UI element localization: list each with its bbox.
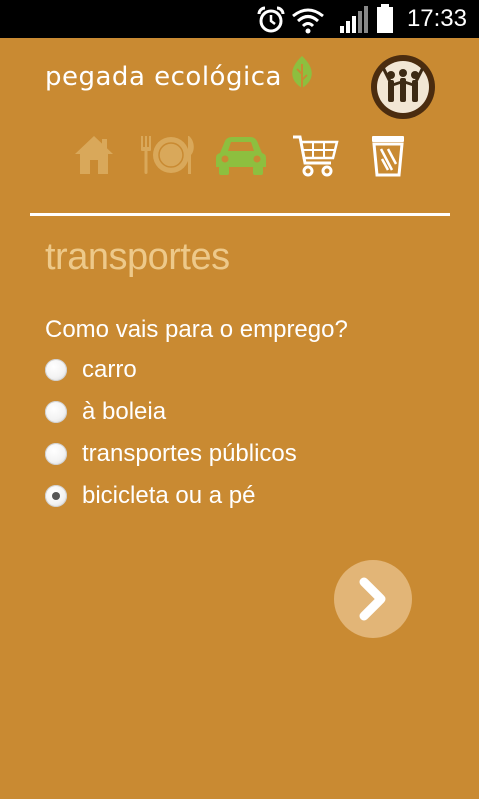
option-boleia[interactable]: à boleia — [45, 395, 166, 429]
radio-button[interactable] — [45, 443, 67, 465]
option-label: à boleia — [82, 398, 167, 425]
plate-cutlery-icon[interactable] — [138, 133, 196, 177]
app-title: pegada ecológica — [45, 62, 282, 92]
alarm-icon — [257, 6, 285, 33]
next-button[interactable] — [334, 560, 412, 638]
wifi-icon — [292, 8, 324, 34]
option-bicicleta-ou-a-pe[interactable]: bicicleta ou a pé — [45, 479, 255, 513]
clock: 17:33 — [406, 5, 467, 32]
people-group-icon — [382, 68, 424, 102]
trash-icon[interactable] — [370, 133, 406, 177]
divider — [30, 213, 450, 216]
radio-button-selected[interactable] — [45, 485, 67, 507]
radio-button[interactable] — [45, 359, 67, 381]
house-icon[interactable] — [72, 133, 116, 177]
leaf-icon — [292, 56, 312, 88]
cart-icon[interactable] — [291, 133, 339, 179]
option-label: transportes públicos — [82, 440, 297, 467]
avatar — [377, 61, 429, 113]
option-label: bicicleta ou a pé — [82, 482, 256, 509]
signal-icon — [340, 6, 368, 33]
section-title: transportes — [45, 236, 230, 278]
radio-button[interactable] — [45, 401, 67, 423]
car-icon[interactable] — [215, 133, 267, 177]
chevron-right-icon — [359, 577, 386, 621]
battery-icon — [377, 4, 393, 33]
profile-button[interactable] — [371, 55, 435, 119]
option-carro[interactable]: carro — [45, 353, 137, 387]
app-screen: pegada ecológica transportes Como vais p… — [0, 38, 479, 799]
status-bar: 17:33 — [0, 0, 479, 38]
option-label: carro — [82, 356, 137, 383]
option-transportes-publicos[interactable]: transportes públicos — [45, 437, 297, 471]
question-label: Como vais para o emprego? — [45, 316, 348, 343]
